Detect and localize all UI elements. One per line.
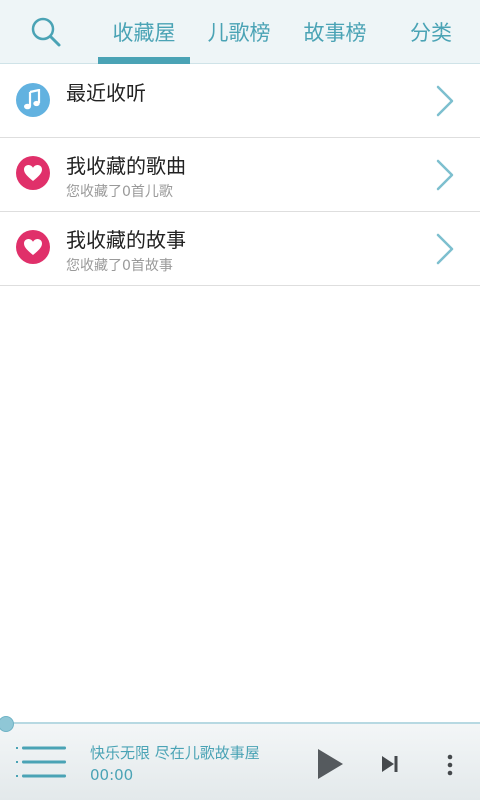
chevron-right-icon	[436, 233, 454, 265]
search-button[interactable]	[24, 12, 68, 52]
search-icon	[31, 17, 61, 47]
list-item-title: 最近收听	[66, 81, 146, 105]
list-item-recent[interactable]: 最近收听	[0, 64, 480, 138]
list-item-subtitle: 您收藏了0首故事	[66, 258, 173, 274]
playlist-icon[interactable]	[14, 744, 68, 780]
list-item-favorite-stories[interactable]: 我收藏的故事 您收藏了0首故事	[0, 212, 480, 286]
skip-next-icon[interactable]	[378, 752, 402, 776]
mini-player: 快乐无限 尽在儿歌故事屋 00:00	[0, 716, 480, 800]
favorites-list: 最近收听 我收藏的歌曲 您收藏了0首儿歌 我收藏的故事 您收藏了0首故事	[0, 64, 480, 286]
list-item-title: 我收藏的故事	[66, 228, 186, 252]
list-item-subtitle: 您收藏了0首儿歌	[66, 184, 173, 200]
more-options-icon[interactable]	[440, 750, 460, 780]
music-note-icon	[16, 83, 50, 117]
tab-story-chart[interactable]: 故事榜	[292, 0, 378, 64]
tab-favorites[interactable]: 收藏屋	[98, 0, 190, 64]
chevron-right-icon	[436, 85, 454, 117]
heart-icon	[16, 156, 50, 190]
top-tab-bar: 收藏屋 儿歌榜 故事榜 分类	[0, 0, 480, 64]
active-tab-indicator	[98, 57, 190, 64]
list-item-title: 我收藏的歌曲	[66, 154, 186, 178]
tab-categories[interactable]: 分类	[396, 0, 466, 64]
play-icon[interactable]	[314, 746, 346, 782]
playback-time: 00:00	[90, 766, 134, 784]
tab-song-chart[interactable]: 儿歌榜	[196, 0, 282, 64]
now-playing-title: 快乐无限 尽在儿歌故事屋	[90, 744, 260, 762]
chevron-right-icon	[436, 159, 454, 191]
list-item-favorite-songs[interactable]: 我收藏的歌曲 您收藏了0首儿歌	[0, 138, 480, 212]
progress-slider-handle[interactable]	[0, 716, 14, 732]
heart-icon	[16, 230, 50, 264]
